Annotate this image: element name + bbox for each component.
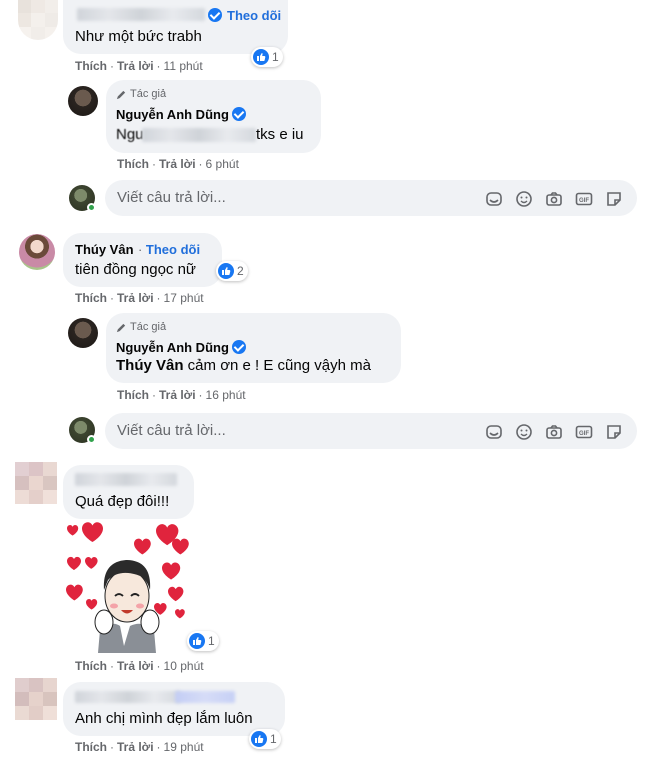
comment-text: tiên đồng ngọc nữ (75, 261, 196, 278)
reply-actions: Thích · Trả lời · 16 phút (117, 388, 246, 402)
like-button[interactable]: Thích (75, 659, 107, 673)
reply-bubble: Tác giả Nguyễn Anh Dũng Ngu tks e iu (106, 80, 321, 153)
reaction-count[interactable]: 1 (249, 729, 281, 749)
follow-link[interactable]: Theo dõi (146, 242, 200, 257)
blurred-name (75, 691, 181, 703)
commenter-avatar[interactable] (18, 0, 58, 40)
reply-text-prefix: Ngu (116, 126, 144, 143)
commenter-name[interactable]: Thúy Vân (75, 242, 134, 257)
reply-button[interactable]: Trả lời (159, 388, 196, 402)
author-avatar[interactable] (68, 318, 98, 348)
reply-button[interactable]: Trả lời (159, 157, 196, 171)
online-indicator (87, 435, 96, 444)
camera-icon[interactable] (544, 189, 564, 209)
reply-bubble: Tác giả Nguyễn Anh Dũng Thúy Vân cảm ơn … (106, 313, 401, 383)
reaction-count[interactable]: 1 (251, 47, 283, 67)
reply-button[interactable]: Trả lời (117, 59, 154, 73)
comment-text: Anh chị mình đẹp lắm luôn (75, 710, 253, 727)
like-button[interactable]: Thích (75, 59, 107, 73)
blurred-name (77, 8, 205, 21)
reply-placeholder: Viết câu trả lời... (117, 189, 226, 206)
reply-button[interactable]: Trả lời (117, 740, 154, 754)
heart-sticker[interactable] (62, 518, 197, 653)
timestamp[interactable]: 16 phút (206, 388, 246, 402)
mention-link[interactable]: Thúy Vân (116, 357, 184, 374)
reply-text: tks e iu (256, 126, 304, 143)
author-tag: Tác giả (116, 321, 166, 333)
author-name[interactable]: Nguyễn Anh Dũng (116, 107, 229, 122)
author-avatar[interactable] (68, 86, 98, 116)
reply-actions: Thích · Trả lời · 6 phút (117, 157, 239, 171)
author-name[interactable]: Nguyễn Anh Dũng (116, 340, 229, 355)
reaction-count[interactable]: 2 (216, 261, 248, 281)
svg-text:GIF: GIF (579, 198, 589, 204)
pencil-icon (116, 90, 126, 99)
comment-actions: Thích · Trả lời · 19 phút (75, 740, 204, 754)
timestamp[interactable]: 17 phút (164, 291, 204, 305)
gif-icon[interactable]: GIF (574, 422, 594, 442)
like-button[interactable]: Thích (117, 388, 149, 402)
pencil-icon (116, 323, 126, 332)
timestamp[interactable]: 11 phút (164, 59, 203, 73)
reply-placeholder: Viết câu trả lời... (117, 422, 226, 439)
verified-icon (231, 107, 246, 121)
sticker-sheet-icon[interactable] (604, 189, 624, 209)
like-button[interactable]: Thích (117, 157, 149, 171)
timestamp[interactable]: 10 phút (164, 659, 204, 673)
comment-bubble: Quá đẹp đôi!!! (63, 465, 194, 519)
comment-text: Như một bức trabh (75, 28, 202, 45)
comment-actions: Thích · Trả lời · 17 phút (75, 291, 204, 305)
comment-text: Quá đẹp đôi!!! (75, 493, 170, 510)
blurred-name (175, 691, 235, 703)
commenter-avatar[interactable] (15, 678, 57, 720)
emoji-icon[interactable] (514, 422, 534, 442)
camera-icon[interactable] (544, 422, 564, 442)
like-button[interactable]: Thích (75, 740, 107, 754)
online-indicator (87, 203, 96, 212)
sticker-icon[interactable] (484, 422, 504, 442)
like-icon (253, 49, 269, 65)
reply-input[interactable]: Viết câu trả lời... GIF (105, 413, 637, 449)
sticker-sheet-icon[interactable] (604, 422, 624, 442)
comment-actions: Thích · Trả lời · 11 phút (75, 59, 203, 73)
verified-icon (231, 340, 246, 354)
emoji-icon[interactable] (514, 189, 534, 209)
follow-link[interactable]: Theo dõi (227, 8, 281, 23)
timestamp[interactable]: 19 phút (164, 740, 204, 754)
like-icon (251, 731, 267, 747)
reaction-count[interactable]: 1 (187, 631, 219, 651)
comment-actions: Thích · Trả lời · 10 phút (75, 659, 204, 673)
gif-icon[interactable]: GIF (574, 189, 594, 209)
blurred-name (75, 473, 177, 486)
comment-bubble: Thúy Vân · Theo dõi tiên đồng ngọc nữ (63, 233, 222, 287)
timestamp[interactable]: 6 phút (206, 157, 239, 171)
reply-button[interactable]: Trả lời (117, 291, 154, 305)
like-icon (218, 263, 234, 279)
comment-bubble: Anh chị mình đẹp lắm luôn (63, 682, 285, 736)
like-button[interactable]: Thích (75, 291, 107, 305)
svg-text:GIF: GIF (579, 431, 589, 437)
author-tag: Tác giả (116, 88, 166, 100)
sticker-icon[interactable] (484, 189, 504, 209)
reply-text: cảm ơn e ! E cũng vậyh mà (183, 357, 371, 374)
commenter-avatar[interactable] (19, 234, 55, 270)
blurred-mention (142, 128, 256, 142)
verified-icon (208, 7, 222, 25)
like-icon (189, 633, 205, 649)
comment-bubble: Theo dõi Như một bức trabh (63, 0, 288, 54)
commenter-avatar[interactable] (15, 462, 57, 504)
reply-input[interactable]: Viết câu trả lời... GIF (105, 180, 637, 216)
reply-button[interactable]: Trả lời (117, 659, 154, 673)
